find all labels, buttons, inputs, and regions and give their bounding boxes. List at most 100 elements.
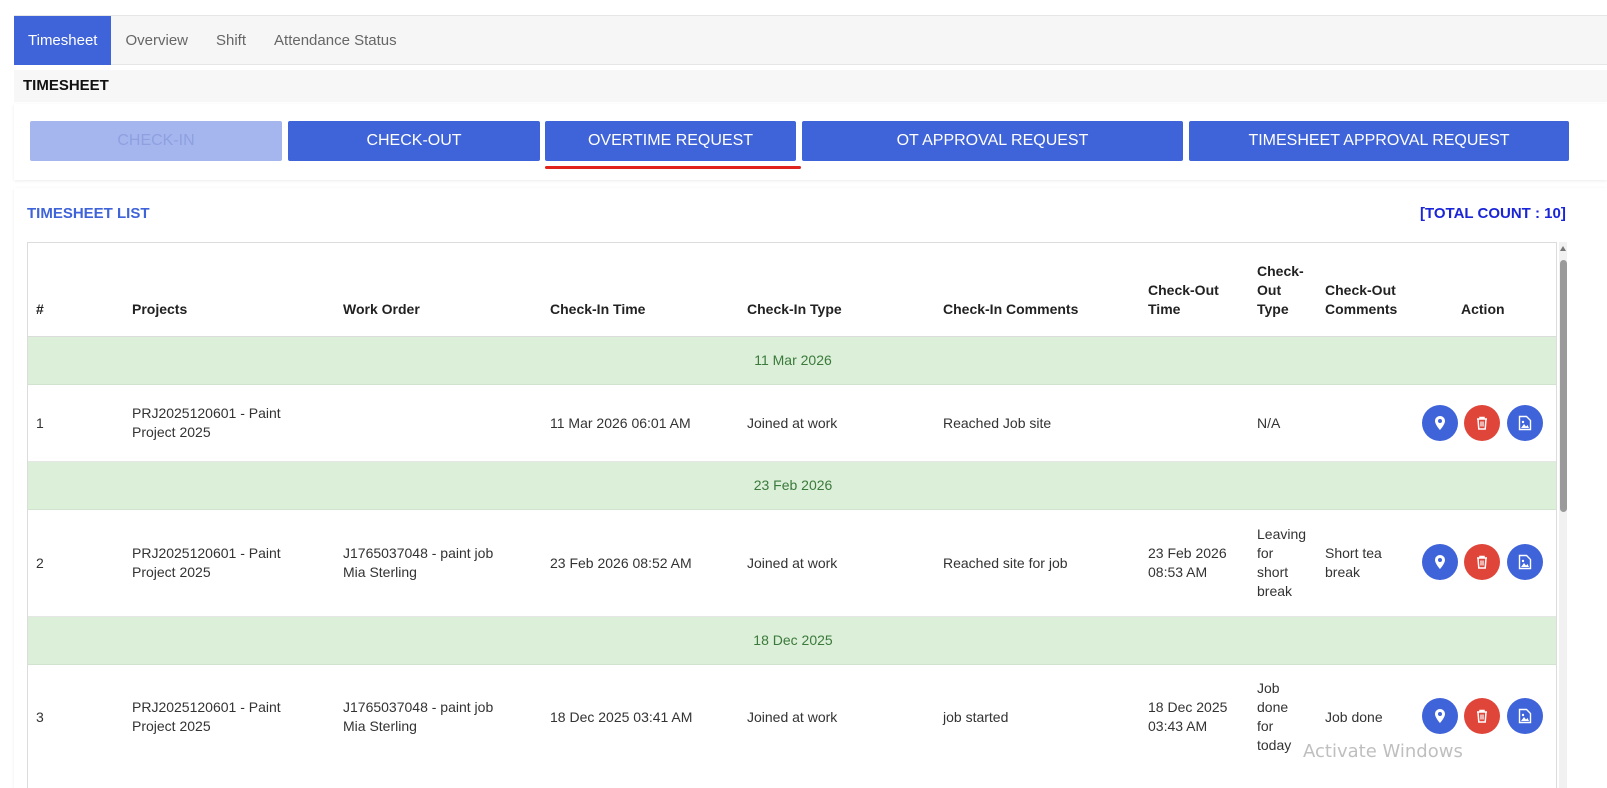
row-work-order-line2: Mia Sterling — [343, 564, 417, 580]
location-button[interactable] — [1422, 544, 1458, 580]
trash-icon — [1477, 709, 1487, 723]
column-header-checkin-type: Check-In Type — [747, 301, 842, 317]
view-image-button[interactable] — [1507, 405, 1543, 441]
group-date-label: 23 Feb 2026 — [753, 477, 833, 493]
column-header-checkout-comments: Check-Out Comments — [1325, 281, 1397, 319]
row-checkout-type-line4: today — [1257, 737, 1292, 753]
row-checkout-type-line4: break — [1257, 583, 1293, 599]
group-date-label: 11 Mar 2026 — [754, 352, 832, 368]
row-checkout-type: Leaving for short break — [1257, 525, 1306, 601]
view-image-button[interactable] — [1507, 544, 1543, 580]
row-project-line1: PRJ2025120601 - Paint — [132, 545, 281, 561]
row-number: 3 — [36, 709, 44, 725]
image-icon — [1518, 554, 1532, 570]
tab-overview[interactable]: Overview — [111, 16, 202, 65]
table-header: # Projects Work Order Check-In Time Chec… — [28, 243, 1556, 337]
location-button[interactable] — [1422, 698, 1458, 734]
row-checkin-comments: job started — [943, 709, 1009, 725]
row-project: PRJ2025120601 - Paint Project 2025 — [132, 698, 281, 736]
overtime-request-button[interactable]: OVERTIME REQUEST — [545, 121, 796, 161]
row-checkout-time-line1: 18 Dec 2025 — [1148, 699, 1228, 715]
row-checkout-time: 23 Feb 2026 08:53 AM — [1148, 544, 1227, 582]
map-pin-icon — [1435, 709, 1445, 723]
column-header-action: Action — [1461, 301, 1505, 317]
row-checkout-comments-line1: Short tea — [1325, 545, 1382, 561]
image-icon — [1518, 708, 1532, 724]
row-project-line1: PRJ2025120601 - Paint — [132, 405, 281, 421]
row-project: PRJ2025120601 - Paint Project 2025 — [132, 544, 281, 582]
check-out-button[interactable]: CHECK-OUT — [288, 121, 540, 161]
scroll-up-arrow-icon[interactable] — [1560, 246, 1566, 251]
group-date-label: 18 Dec 2025 — [753, 632, 833, 648]
tab-timesheet[interactable]: Timesheet — [14, 16, 112, 65]
column-header-checkout-comments-line1: Check-Out — [1325, 282, 1396, 298]
trash-icon — [1477, 416, 1487, 430]
tab-bar: Timesheet Overview Shift Attendance Stat… — [14, 15, 1607, 65]
image-icon — [1518, 415, 1532, 431]
row-checkout-time-line2: 03:43 AM — [1148, 718, 1208, 734]
row-work-order: J1765037048 - paint job Mia Sterling — [343, 544, 493, 582]
scrollbar-thumb[interactable] — [1560, 260, 1567, 512]
row-checkout-time-line2: 08:53 AM — [1148, 564, 1208, 580]
map-pin-icon — [1435, 555, 1445, 569]
column-header-checkout-time: Check-Out Time — [1148, 281, 1219, 319]
overtime-highlight-underline — [545, 166, 801, 169]
row-checkin-time: 23 Feb 2026 08:52 AM — [550, 555, 692, 571]
timesheet-approval-request-button[interactable]: TIMESHEET APPROVAL REQUEST — [1189, 121, 1569, 161]
location-button[interactable] — [1422, 405, 1458, 441]
list-title: TIMESHEET LIST — [27, 205, 150, 222]
row-project: PRJ2025120601 - Paint Project 2025 — [132, 404, 281, 442]
row-checkout-time: 18 Dec 2025 03:43 AM — [1148, 698, 1227, 736]
column-header-work-order: Work Order — [343, 301, 420, 317]
row-checkin-time: 18 Dec 2025 03:41 AM — [550, 709, 693, 725]
page-title: TIMESHEET — [23, 77, 109, 94]
row-work-order-line1: J1765037048 - paint job — [343, 699, 494, 715]
total-count-badge: [TOTAL COUNT : 10] — [1420, 205, 1566, 222]
view-image-button[interactable] — [1507, 698, 1543, 734]
row-checkout-comments: Job done — [1325, 709, 1383, 725]
column-header-checkout-type-line2: Out — [1257, 282, 1282, 298]
tab-shift[interactable]: Shift — [202, 16, 260, 65]
row-checkin-type: Joined at work — [747, 709, 838, 725]
row-project-line2: Project 2025 — [132, 564, 211, 580]
delete-button[interactable] — [1464, 698, 1500, 734]
row-checkin-comments: Reached Job site — [943, 415, 1052, 431]
trash-icon — [1477, 555, 1487, 569]
row-project-line1: PRJ2025120601 - Paint — [132, 699, 281, 715]
table-row: 3 PRJ2025120601 - Paint Project 2025 J17… — [28, 665, 1556, 788]
row-project-line2: Project 2025 — [132, 424, 211, 440]
section-header: TIMESHEET — [14, 70, 1607, 102]
row-checkout-comments-line2: break — [1325, 564, 1361, 580]
column-header-checkout-type-line3: Type — [1257, 301, 1289, 317]
column-header-projects: Projects — [132, 301, 188, 317]
column-header-checkin-comments: Check-In Comments — [943, 301, 1079, 317]
row-work-order-line2: Mia Sterling — [343, 718, 417, 734]
action-button-bar: CHECK-IN CHECK-OUT OVERTIME REQUEST OT A… — [14, 104, 1607, 180]
row-checkout-time-line1: 23 Feb 2026 — [1148, 545, 1227, 561]
row-checkin-comments: Reached site for job — [943, 555, 1068, 571]
delete-button[interactable] — [1464, 405, 1500, 441]
row-checkout-type-line3: for — [1257, 718, 1274, 734]
row-work-order-line1: J1765037048 - paint job — [343, 545, 494, 561]
row-checkout-type-line2: for — [1257, 545, 1274, 561]
row-checkin-type: Joined at work — [747, 555, 838, 571]
row-number: 1 — [36, 415, 44, 431]
timesheet-table: # Projects Work Order Check-In Time Chec… — [27, 242, 1557, 788]
date-group-row: 23 Feb 2026 — [28, 462, 1556, 510]
row-checkout-type-line3: short — [1257, 564, 1289, 580]
row-checkout-type-line2: done — [1257, 699, 1289, 715]
row-checkin-type: Joined at work — [747, 415, 838, 431]
date-group-row: 11 Mar 2026 — [28, 337, 1556, 385]
tab-attendance-status[interactable]: Attendance Status — [260, 16, 411, 65]
row-checkout-comments: Short tea break — [1325, 544, 1382, 582]
row-project-line2: Project 2025 — [132, 718, 211, 734]
column-header-checkout-comments-line2: Comments — [1325, 301, 1398, 317]
table-scrollbar[interactable] — [1559, 242, 1567, 788]
ot-approval-request-button[interactable]: OT APPROVAL REQUEST — [802, 121, 1183, 161]
date-group-row: 18 Dec 2025 — [28, 617, 1556, 665]
column-header-number: # — [36, 301, 44, 317]
column-header-checkout-type-line1: Check- — [1257, 263, 1304, 279]
delete-button[interactable] — [1464, 544, 1500, 580]
row-checkin-time: 11 Mar 2026 06:01 AM — [550, 415, 691, 431]
map-pin-icon — [1435, 416, 1445, 430]
